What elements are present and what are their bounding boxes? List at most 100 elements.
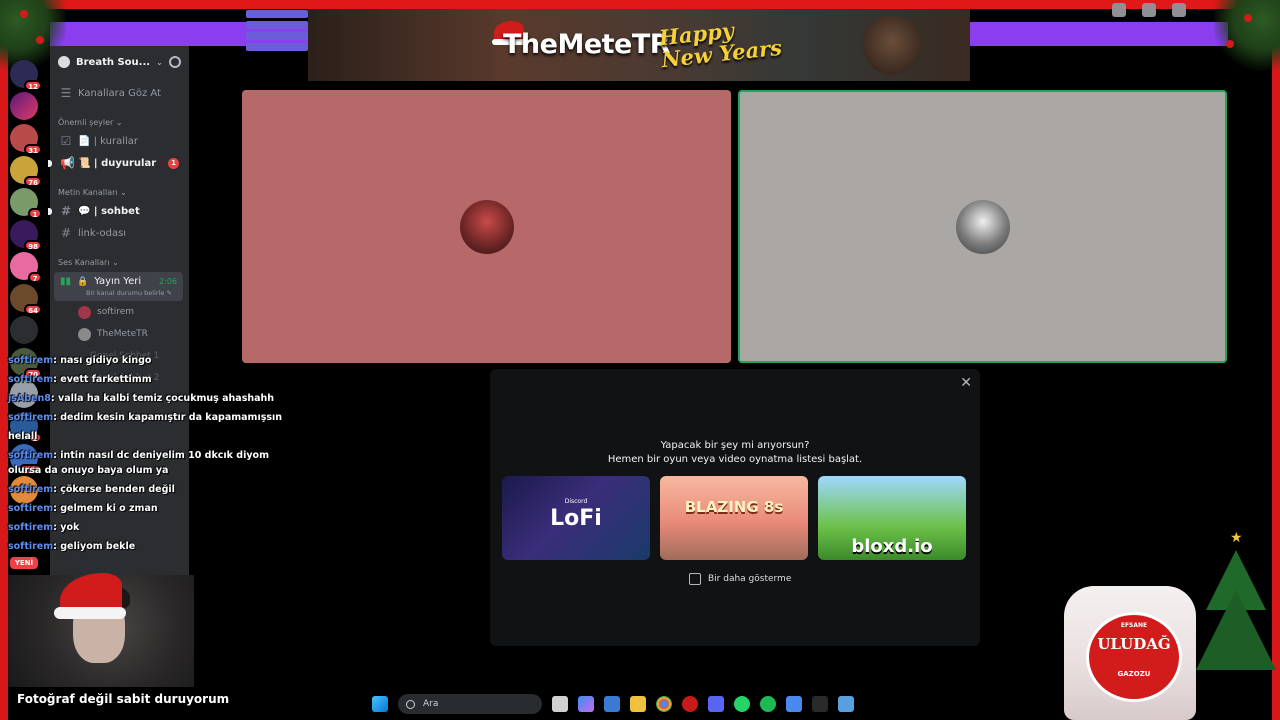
browse-channels-label: Kanallara Göz At <box>78 87 161 99</box>
chrome-icon[interactable] <box>656 696 672 712</box>
taskbar-search[interactable]: Ara <box>398 694 542 714</box>
announcement-icon: 📢 <box>60 156 75 170</box>
category-important[interactable]: Önemli şeyler ⌄ <box>50 110 189 130</box>
browse-channels-item[interactable]: ☰ Kanallara Göz At <box>50 82 189 104</box>
chat-user: softirem <box>8 355 54 366</box>
chat-text: : valla ha kalbi temiz çocukmuş ahashahh <box>50 393 275 404</box>
app-icon[interactable] <box>838 696 854 712</box>
server-icon[interactable]: 31 <box>10 124 42 155</box>
server-guide-icon <box>58 56 70 68</box>
overlay-bar-right <box>970 22 1228 46</box>
channel-kurallar[interactable]: ☑ 📄 | kurallar <box>50 130 189 152</box>
search-icon <box>406 699 415 709</box>
channel-duyurular[interactable]: 📢 📜 | duyurular 1 <box>48 152 189 174</box>
chat-text: : nası gidiyo kingo <box>53 355 152 366</box>
bottle-top-text: EFSANE <box>1120 622 1148 629</box>
server-icon[interactable] <box>10 92 38 120</box>
title-bar-icons <box>1112 3 1186 17</box>
video-tile-user[interactable] <box>242 90 731 363</box>
mention-badge: 64 <box>24 304 42 315</box>
voice-user[interactable]: softirem <box>50 301 189 323</box>
chat-user: softirem <box>8 503 54 514</box>
chat-user: jsAben8 <box>8 393 51 404</box>
chat-message: jsAben8: valla ha kalbi temiz çocukmuş a… <box>8 389 298 408</box>
server-icon[interactable]: 98 <box>10 220 42 251</box>
chat-text: : çökerse benden değil <box>53 484 175 495</box>
dont-show-again-option[interactable]: Bir daha gösterme <box>689 573 791 585</box>
pin-icon[interactable] <box>1112 3 1126 17</box>
dont-show-again-label: Bir daha gösterme <box>708 574 792 584</box>
file-explorer-icon[interactable] <box>630 696 646 712</box>
channel-sohbet[interactable]: # 💬 | sohbet <box>48 200 189 222</box>
discord-icon[interactable] <box>708 696 724 712</box>
voice-connected-icon: ▮▮ <box>60 276 72 287</box>
user-avatar <box>955 199 1010 254</box>
chat-message: softirem: nası gidiyo kingo <box>8 351 298 370</box>
voice-channel-yayin-yeri[interactable]: ▮▮ 🔒 Yayın Yeri 2:06 Bir kanal durumu be… <box>54 272 183 301</box>
store-icon[interactable] <box>786 696 802 712</box>
task-view-icon[interactable] <box>552 696 568 712</box>
server-icon[interactable]: 64 <box>10 284 42 315</box>
activity-card-bloxd[interactable]: bloxd.io <box>818 476 966 560</box>
rules-icon: ☑ <box>60 134 72 148</box>
chat-message: softirem: çökerse benden değil <box>8 480 298 499</box>
category-text-channels[interactable]: Metin Kanalları ⌄ <box>50 180 189 200</box>
inbox-icon[interactable] <box>1142 3 1156 17</box>
activity-card-label: BLAZING 8s <box>684 498 784 516</box>
mini-window-item <box>246 43 308 51</box>
chat-text: : yok <box>53 522 80 533</box>
chat-user: softirem <box>8 374 54 385</box>
server-folder-icon[interactable] <box>10 316 38 344</box>
app-icon[interactable] <box>812 696 828 712</box>
activity-card-label: bloxd.io <box>851 536 933 557</box>
teddy-bear-image <box>863 15 921 75</box>
server-icon[interactable]: 76 <box>10 156 42 187</box>
activity-prompt-line: Yapacak bir şey mi arıyorsun? <box>660 440 810 451</box>
lock-icon: 🔒 <box>77 276 89 287</box>
unread-indicator <box>48 207 52 215</box>
server-header[interactable]: Breath Sou... ⌄ <box>50 46 189 78</box>
new-badge: YENİ <box>10 557 38 569</box>
activity-card-blazing-8s[interactable]: BLAZING 8s <box>660 476 808 560</box>
voice-user-name: TheMeteTR <box>97 329 148 339</box>
opera-icon[interactable] <box>682 696 698 712</box>
chat-user: softirem <box>8 522 54 533</box>
berry-icon <box>1244 14 1252 22</box>
avatar <box>78 305 91 319</box>
mention-badge: 76 <box>24 176 42 187</box>
santa-hat-icon <box>54 573 126 619</box>
voice-user[interactable]: TheMeteTR <box>50 323 189 345</box>
activity-card-lofi[interactable]: Discord LoFi <box>502 476 650 560</box>
chat-user: softirem <box>8 412 54 423</box>
channel-link-odasi[interactable]: # link-odası <box>50 222 189 244</box>
chat-user: softirem <box>8 541 54 552</box>
video-tile-user-speaking[interactable] <box>738 90 1227 363</box>
mention-badge: 31 <box>24 144 42 155</box>
hash-icon: # <box>60 204 72 218</box>
server-icon[interactable]: 12 <box>10 60 42 91</box>
avatar <box>78 327 91 341</box>
copilot-icon[interactable] <box>578 696 594 712</box>
invite-people-icon[interactable] <box>169 56 181 68</box>
close-icon[interactable]: ✕ <box>960 375 972 391</box>
spotify-icon[interactable] <box>760 696 776 712</box>
terminal-icon[interactable] <box>604 696 620 712</box>
voice-status-setter[interactable]: Bir kanal durumu belirle ✎ <box>60 289 177 297</box>
activity-card-sub: Discord <box>564 498 588 505</box>
mention-count-badge: 1 <box>168 157 179 169</box>
uludag-bottles-image: EFSANE ULUDAĞ GAZOZU <box>1064 586 1196 720</box>
checkbox[interactable] <box>689 573 701 585</box>
voice-channel-name: Yayın Yeri <box>94 276 142 287</box>
category-voice-channels[interactable]: Ses Kanalları ⌄ <box>50 250 189 270</box>
user-avatar <box>459 199 514 254</box>
mention-badge: 1 <box>28 208 42 219</box>
hash-icon: # <box>60 226 72 240</box>
server-icon[interactable]: 1 <box>10 188 42 219</box>
christmas-tree-image: ★ <box>1196 530 1276 720</box>
channel-label: 💬 | sohbet <box>78 205 140 217</box>
mini-window-item <box>246 21 308 29</box>
help-icon[interactable] <box>1172 3 1186 17</box>
server-icon[interactable]: 7 <box>10 252 42 283</box>
windows-start-icon[interactable] <box>372 696 388 712</box>
whatsapp-icon[interactable] <box>734 696 750 712</box>
